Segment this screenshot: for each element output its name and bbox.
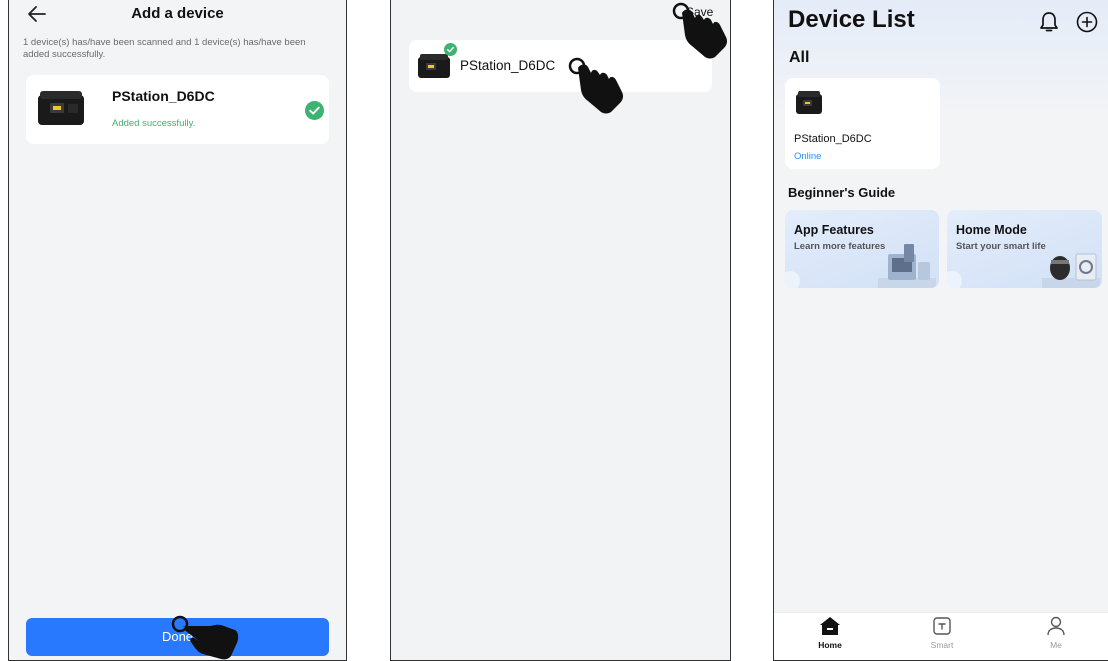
check-circle-icon bbox=[305, 101, 324, 120]
bell-icon[interactable] bbox=[1038, 10, 1060, 34]
power-station-icon bbox=[38, 91, 84, 125]
features-illustration-icon bbox=[878, 244, 936, 288]
filter-tab-all[interactable]: All bbox=[789, 49, 809, 67]
add-device-screen: Add a device 1 device(s) has/have been s… bbox=[8, 0, 347, 661]
save-device-screen: Save PStation_D6DC bbox=[390, 0, 731, 661]
page-title: Device List bbox=[788, 6, 915, 33]
tab-me[interactable]: Me bbox=[1026, 616, 1086, 650]
added-device-card[interactable]: PStation_D6DC Added successfully. bbox=[26, 75, 329, 144]
tap-gesture-icon bbox=[672, 2, 728, 59]
tab-smart[interactable]: Smart bbox=[912, 616, 972, 650]
device-status: Online bbox=[794, 151, 822, 162]
tab-label: Smart bbox=[930, 640, 954, 650]
guide-subtitle: Start your smart life bbox=[956, 241, 1046, 252]
guide-card-home-mode[interactable]: Home Mode Start your smart life bbox=[947, 210, 1102, 288]
bottom-tab-bar: Home Smart Me bbox=[774, 612, 1108, 660]
device-name: PStation_D6DC bbox=[112, 88, 215, 104]
person-icon bbox=[1047, 616, 1065, 636]
tab-label: Me bbox=[1050, 640, 1062, 650]
scan-result-description: 1 device(s) has/have been scanned and 1 … bbox=[23, 37, 306, 60]
guide-subtitle: Learn more features bbox=[794, 241, 886, 252]
device-card[interactable]: PStation_D6DC bbox=[409, 40, 712, 92]
home-mode-illustration-icon bbox=[1042, 253, 1100, 288]
device-name: PStation_D6DC bbox=[460, 58, 556, 73]
header: Add a device bbox=[9, 0, 346, 30]
tab-home[interactable]: Home bbox=[800, 616, 860, 650]
add-circle-icon[interactable] bbox=[1076, 11, 1098, 33]
decorative-circle-icon bbox=[785, 271, 800, 288]
tap-gesture-icon bbox=[568, 57, 624, 114]
device-name: PStation_D6DC bbox=[794, 133, 872, 145]
check-badge-icon bbox=[444, 43, 457, 56]
tab-label: Home bbox=[818, 640, 842, 650]
tap-gesture-icon bbox=[171, 615, 239, 660]
device-list-screen: Device List All PStation_D6DC Online Beg… bbox=[773, 0, 1108, 661]
smart-icon bbox=[933, 617, 951, 635]
section-title: Beginner's Guide bbox=[788, 185, 896, 200]
guide-title: Home Mode bbox=[956, 223, 1027, 237]
home-icon bbox=[820, 617, 840, 635]
guide-title: App Features bbox=[794, 223, 874, 237]
guide-card-app-features[interactable]: App Features Learn more features bbox=[785, 210, 939, 288]
page-title: Add a device bbox=[131, 5, 224, 22]
decorative-circle-icon bbox=[947, 271, 962, 288]
device-status: Added successfully. bbox=[112, 118, 196, 129]
power-station-icon bbox=[796, 91, 822, 114]
device-card[interactable]: PStation_D6DC Online bbox=[785, 78, 940, 169]
